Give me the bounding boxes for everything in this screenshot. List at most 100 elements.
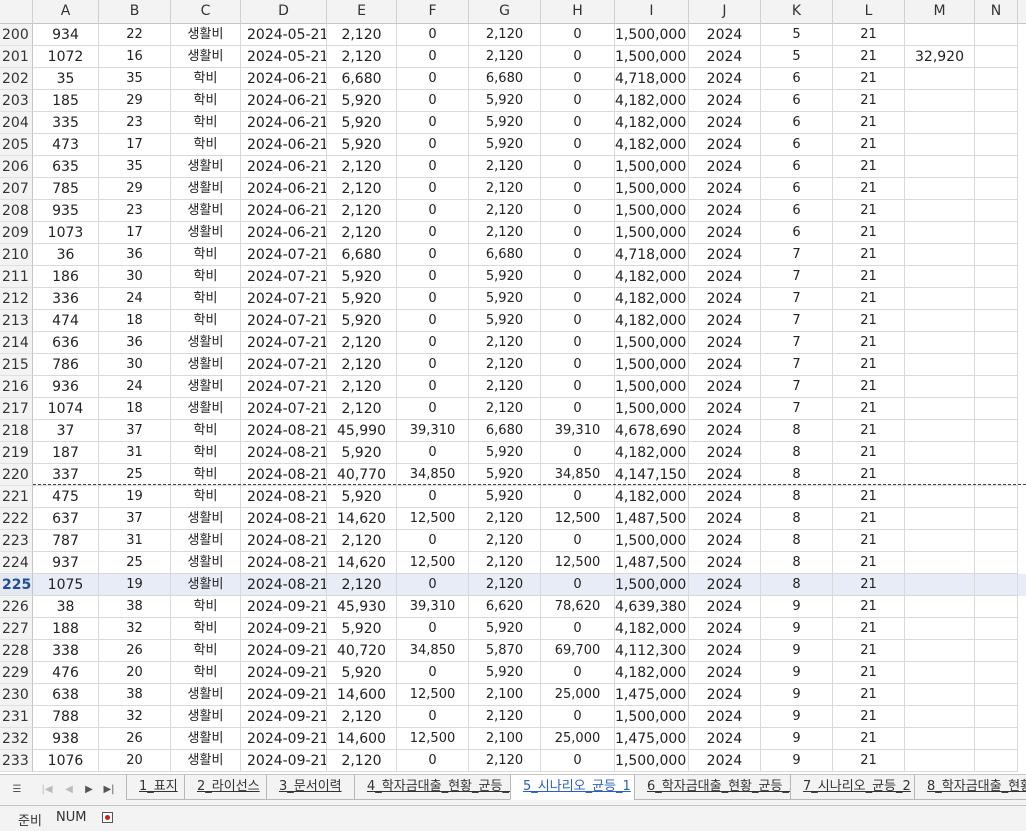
cell-i[interactable]: 1,500,000 [615,706,689,728]
cell-i[interactable]: 1,500,000 [615,222,689,244]
cell-i[interactable]: 4,182,000 [615,662,689,684]
cell-k[interactable]: 8 [761,508,833,530]
cell-c[interactable]: 생활비 [171,376,241,398]
cell-n[interactable] [975,112,1018,134]
cell-f[interactable]: 0 [397,486,469,508]
cell-c[interactable]: 학비 [171,486,241,508]
cell-l[interactable]: 21 [833,728,905,750]
cell-c[interactable]: 생활비 [171,222,241,244]
cell-i[interactable]: 1,487,500 [615,508,689,530]
cell-k[interactable]: 7 [761,332,833,354]
cell-m[interactable] [905,508,975,530]
cell-d[interactable]: 2024-06-21 [241,178,327,200]
cell-l[interactable]: 21 [833,288,905,310]
cell-n[interactable] [975,332,1018,354]
cell-c[interactable]: 생활비 [171,530,241,552]
row-header[interactable]: 210 [0,244,33,266]
cell-f[interactable]: 0 [397,354,469,376]
cell-k[interactable]: 9 [761,662,833,684]
cell-c[interactable]: 생활비 [171,552,241,574]
row-header[interactable]: 209 [0,222,33,244]
cell-g[interactable]: 5,920 [469,618,541,640]
cell-d[interactable]: 2024-09-21 [241,728,327,750]
cell-c[interactable]: 생활비 [171,398,241,420]
row-header[interactable]: 222 [0,508,33,530]
cell-j[interactable]: 2024 [689,574,761,596]
row-header[interactable]: 204 [0,112,33,134]
cell-a[interactable]: 635 [33,156,99,178]
cell-b[interactable]: 37 [99,508,171,530]
cell-b[interactable]: 26 [99,728,171,750]
cell-i[interactable]: 1,475,000 [615,728,689,750]
cell-f[interactable]: 0 [397,398,469,420]
row-header[interactable]: 221 [0,486,33,508]
cell-h[interactable]: 0 [541,706,615,728]
cell-l[interactable]: 21 [833,46,905,68]
cell-c[interactable]: 생활비 [171,200,241,222]
cell-a[interactable]: 337 [33,464,99,486]
cell-d[interactable]: 2024-08-21 [241,442,327,464]
row-header[interactable]: 218 [0,420,33,442]
cell-c[interactable]: 학비 [171,640,241,662]
cell-l[interactable]: 21 [833,354,905,376]
cell-i[interactable]: 1,500,000 [615,376,689,398]
cell-f[interactable]: 0 [397,662,469,684]
cell-i[interactable]: 1,500,000 [615,156,689,178]
cell-h[interactable]: 0 [541,530,615,552]
cell-n[interactable] [975,354,1018,376]
cell-l[interactable]: 21 [833,178,905,200]
cell-e[interactable]: 45,930 [327,596,397,618]
cell-d[interactable]: 2024-06-21 [241,222,327,244]
cell-h[interactable]: 0 [541,90,615,112]
cell-f[interactable]: 0 [397,68,469,90]
cell-k[interactable]: 7 [761,354,833,376]
cell-b[interactable]: 25 [99,552,171,574]
cell-a[interactable]: 38 [33,596,99,618]
cell-g[interactable]: 6,620 [469,596,541,618]
cell-m[interactable] [905,728,975,750]
cell-h[interactable]: 0 [541,486,615,508]
cell-k[interactable]: 5 [761,46,833,68]
cell-e[interactable]: 14,600 [327,728,397,750]
record-macro-icon[interactable] [102,812,113,823]
cell-d[interactable]: 2024-09-21 [241,706,327,728]
cell-f[interactable]: 0 [397,134,469,156]
cell-k[interactable]: 6 [761,90,833,112]
cell-a[interactable]: 36 [33,244,99,266]
cell-j[interactable]: 2024 [689,200,761,222]
column-header-e[interactable]: E [327,0,397,23]
cell-n[interactable] [975,508,1018,530]
cell-n[interactable] [975,706,1018,728]
cell-a[interactable]: 935 [33,200,99,222]
cell-c[interactable]: 생활비 [171,178,241,200]
cell-b[interactable]: 18 [99,398,171,420]
cell-l[interactable]: 21 [833,552,905,574]
cell-d[interactable]: 2024-07-21 [241,376,327,398]
cell-g[interactable]: 2,120 [469,332,541,354]
cell-c[interactable]: 생활비 [171,728,241,750]
cell-b[interactable]: 32 [99,706,171,728]
cell-l[interactable]: 21 [833,464,905,486]
cell-i[interactable]: 1,500,000 [615,354,689,376]
row-header[interactable]: 201 [0,46,33,68]
cell-n[interactable] [975,750,1018,772]
cell-n[interactable] [975,90,1018,112]
cell-a[interactable]: 1075 [33,574,99,596]
cell-i[interactable]: 4,112,300 [615,640,689,662]
column-header-k[interactable]: K [761,0,833,23]
cell-b[interactable]: 36 [99,332,171,354]
cell-i[interactable]: 1,500,000 [615,574,689,596]
cell-c[interactable]: 학비 [171,442,241,464]
cell-i[interactable]: 1,500,000 [615,178,689,200]
cell-k[interactable]: 6 [761,68,833,90]
cell-e[interactable]: 2,120 [327,156,397,178]
cell-i[interactable]: 1,500,000 [615,530,689,552]
cell-g[interactable]: 5,920 [469,486,541,508]
sheet-tab[interactable]: 1_표지 [126,775,191,800]
cell-a[interactable]: 476 [33,662,99,684]
row-header[interactable]: 208 [0,200,33,222]
cell-j[interactable]: 2024 [689,530,761,552]
next-sheet-icon[interactable]: ▶ [80,781,98,799]
cell-m[interactable] [905,354,975,376]
cell-i[interactable]: 4,718,000 [615,68,689,90]
